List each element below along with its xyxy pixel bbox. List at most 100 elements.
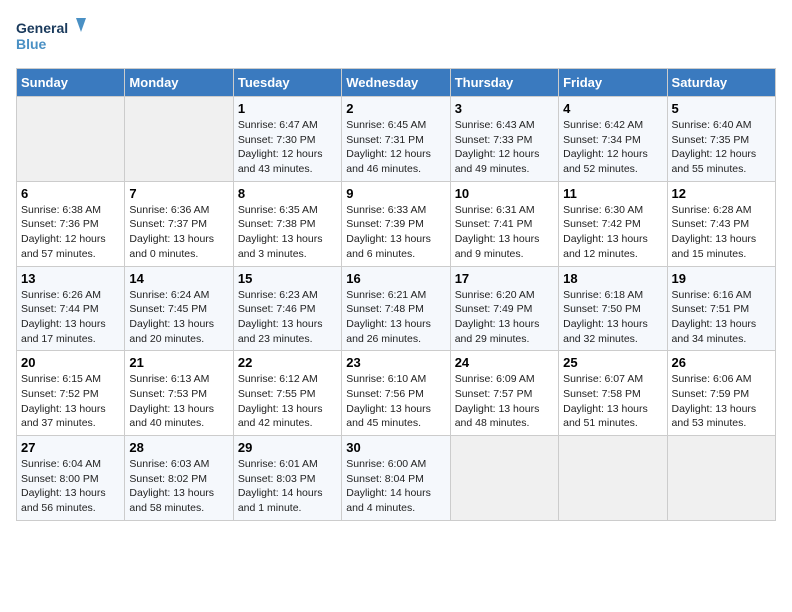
cell-text: Sunset: 7:48 PM	[346, 302, 445, 317]
calendar-cell: 19Sunrise: 6:16 AMSunset: 7:51 PMDayligh…	[667, 266, 775, 351]
calendar-cell: 20Sunrise: 6:15 AMSunset: 7:52 PMDayligh…	[17, 351, 125, 436]
cell-text: Daylight: 12 hours and 43 minutes.	[238, 147, 337, 176]
cell-text: Daylight: 13 hours and 48 minutes.	[455, 402, 554, 431]
calendar-cell: 29Sunrise: 6:01 AMSunset: 8:03 PMDayligh…	[233, 436, 341, 521]
calendar-cell: 23Sunrise: 6:10 AMSunset: 7:56 PMDayligh…	[342, 351, 450, 436]
cell-text: Sunset: 8:03 PM	[238, 472, 337, 487]
cell-text: Sunset: 7:31 PM	[346, 133, 445, 148]
cell-text: Sunset: 7:46 PM	[238, 302, 337, 317]
cell-text: Sunrise: 6:38 AM	[21, 203, 120, 218]
day-number: 17	[455, 271, 554, 286]
cell-text: Daylight: 12 hours and 49 minutes.	[455, 147, 554, 176]
page-header: General Blue	[16, 16, 776, 56]
cell-text: Sunrise: 6:13 AM	[129, 372, 228, 387]
cell-text: Sunset: 7:38 PM	[238, 217, 337, 232]
calendar-cell: 28Sunrise: 6:03 AMSunset: 8:02 PMDayligh…	[125, 436, 233, 521]
calendar-week-row: 6Sunrise: 6:38 AMSunset: 7:36 PMDaylight…	[17, 181, 776, 266]
day-number: 8	[238, 186, 337, 201]
svg-text:General: General	[16, 20, 68, 36]
calendar-cell	[667, 436, 775, 521]
cell-text: Daylight: 13 hours and 56 minutes.	[21, 486, 120, 515]
calendar-cell: 12Sunrise: 6:28 AMSunset: 7:43 PMDayligh…	[667, 181, 775, 266]
cell-text: Daylight: 12 hours and 46 minutes.	[346, 147, 445, 176]
calendar-cell: 26Sunrise: 6:06 AMSunset: 7:59 PMDayligh…	[667, 351, 775, 436]
cell-text: Sunset: 8:02 PM	[129, 472, 228, 487]
day-number: 23	[346, 355, 445, 370]
cell-text: Sunset: 7:37 PM	[129, 217, 228, 232]
calendar-cell: 11Sunrise: 6:30 AMSunset: 7:42 PMDayligh…	[559, 181, 667, 266]
cell-text: Daylight: 13 hours and 3 minutes.	[238, 232, 337, 261]
calendar-cell: 17Sunrise: 6:20 AMSunset: 7:49 PMDayligh…	[450, 266, 558, 351]
cell-text: Sunrise: 6:35 AM	[238, 203, 337, 218]
cell-text: Daylight: 12 hours and 57 minutes.	[21, 232, 120, 261]
day-number: 22	[238, 355, 337, 370]
calendar-cell: 18Sunrise: 6:18 AMSunset: 7:50 PMDayligh…	[559, 266, 667, 351]
day-number: 30	[346, 440, 445, 455]
calendar-cell: 24Sunrise: 6:09 AMSunset: 7:57 PMDayligh…	[450, 351, 558, 436]
calendar-cell: 2Sunrise: 6:45 AMSunset: 7:31 PMDaylight…	[342, 97, 450, 182]
cell-text: Daylight: 13 hours and 17 minutes.	[21, 317, 120, 346]
cell-text: Daylight: 13 hours and 51 minutes.	[563, 402, 662, 431]
day-header-monday: Monday	[125, 69, 233, 97]
cell-text: Daylight: 13 hours and 58 minutes.	[129, 486, 228, 515]
calendar-cell: 3Sunrise: 6:43 AMSunset: 7:33 PMDaylight…	[450, 97, 558, 182]
cell-text: Sunset: 7:56 PM	[346, 387, 445, 402]
cell-text: Daylight: 12 hours and 52 minutes.	[563, 147, 662, 176]
cell-text: Sunrise: 6:20 AM	[455, 288, 554, 303]
cell-text: Sunrise: 6:42 AM	[563, 118, 662, 133]
cell-text: Sunset: 7:33 PM	[455, 133, 554, 148]
day-number: 7	[129, 186, 228, 201]
cell-text: Sunset: 7:42 PM	[563, 217, 662, 232]
svg-text:Blue: Blue	[16, 36, 47, 52]
cell-text: Daylight: 14 hours and 1 minute.	[238, 486, 337, 515]
day-header-tuesday: Tuesday	[233, 69, 341, 97]
cell-text: Daylight: 13 hours and 34 minutes.	[672, 317, 771, 346]
calendar-cell: 7Sunrise: 6:36 AMSunset: 7:37 PMDaylight…	[125, 181, 233, 266]
cell-text: Daylight: 12 hours and 55 minutes.	[672, 147, 771, 176]
cell-text: Sunset: 7:57 PM	[455, 387, 554, 402]
calendar-week-row: 1Sunrise: 6:47 AMSunset: 7:30 PMDaylight…	[17, 97, 776, 182]
calendar-cell: 27Sunrise: 6:04 AMSunset: 8:00 PMDayligh…	[17, 436, 125, 521]
calendar-cell: 22Sunrise: 6:12 AMSunset: 7:55 PMDayligh…	[233, 351, 341, 436]
cell-text: Sunrise: 6:33 AM	[346, 203, 445, 218]
cell-text: Sunset: 7:49 PM	[455, 302, 554, 317]
day-number: 10	[455, 186, 554, 201]
calendar-week-row: 27Sunrise: 6:04 AMSunset: 8:00 PMDayligh…	[17, 436, 776, 521]
cell-text: Sunrise: 6:31 AM	[455, 203, 554, 218]
cell-text: Sunrise: 6:23 AM	[238, 288, 337, 303]
cell-text: Sunrise: 6:40 AM	[672, 118, 771, 133]
calendar-cell: 6Sunrise: 6:38 AMSunset: 7:36 PMDaylight…	[17, 181, 125, 266]
calendar-cell	[17, 97, 125, 182]
cell-text: Sunrise: 6:01 AM	[238, 457, 337, 472]
cell-text: Sunrise: 6:47 AM	[238, 118, 337, 133]
calendar-cell: 16Sunrise: 6:21 AMSunset: 7:48 PMDayligh…	[342, 266, 450, 351]
day-number: 13	[21, 271, 120, 286]
cell-text: Sunrise: 6:21 AM	[346, 288, 445, 303]
day-number: 5	[672, 101, 771, 116]
day-header-friday: Friday	[559, 69, 667, 97]
cell-text: Sunrise: 6:24 AM	[129, 288, 228, 303]
cell-text: Sunset: 7:34 PM	[563, 133, 662, 148]
cell-text: Daylight: 14 hours and 4 minutes.	[346, 486, 445, 515]
calendar-week-row: 13Sunrise: 6:26 AMSunset: 7:44 PMDayligh…	[17, 266, 776, 351]
cell-text: Sunset: 7:39 PM	[346, 217, 445, 232]
cell-text: Sunset: 7:30 PM	[238, 133, 337, 148]
cell-text: Daylight: 13 hours and 15 minutes.	[672, 232, 771, 261]
calendar-cell: 10Sunrise: 6:31 AMSunset: 7:41 PMDayligh…	[450, 181, 558, 266]
cell-text: Sunrise: 6:36 AM	[129, 203, 228, 218]
cell-text: Sunrise: 6:06 AM	[672, 372, 771, 387]
cell-text: Daylight: 13 hours and 20 minutes.	[129, 317, 228, 346]
day-header-wednesday: Wednesday	[342, 69, 450, 97]
cell-text: Sunset: 7:43 PM	[672, 217, 771, 232]
cell-text: Daylight: 13 hours and 42 minutes.	[238, 402, 337, 431]
calendar-cell: 8 Sunrise: 6:35 AMSunset: 7:38 PMDaylight…	[233, 181, 341, 266]
cell-text: Sunset: 7:52 PM	[21, 387, 120, 402]
day-number: 16	[346, 271, 445, 286]
cell-text: Sunset: 8:00 PM	[21, 472, 120, 487]
cell-text: Sunrise: 6:00 AM	[346, 457, 445, 472]
cell-text: Sunrise: 6:03 AM	[129, 457, 228, 472]
day-number: 12	[672, 186, 771, 201]
cell-text: Sunrise: 6:26 AM	[21, 288, 120, 303]
cell-text: Daylight: 13 hours and 12 minutes.	[563, 232, 662, 261]
cell-text: Sunset: 7:41 PM	[455, 217, 554, 232]
